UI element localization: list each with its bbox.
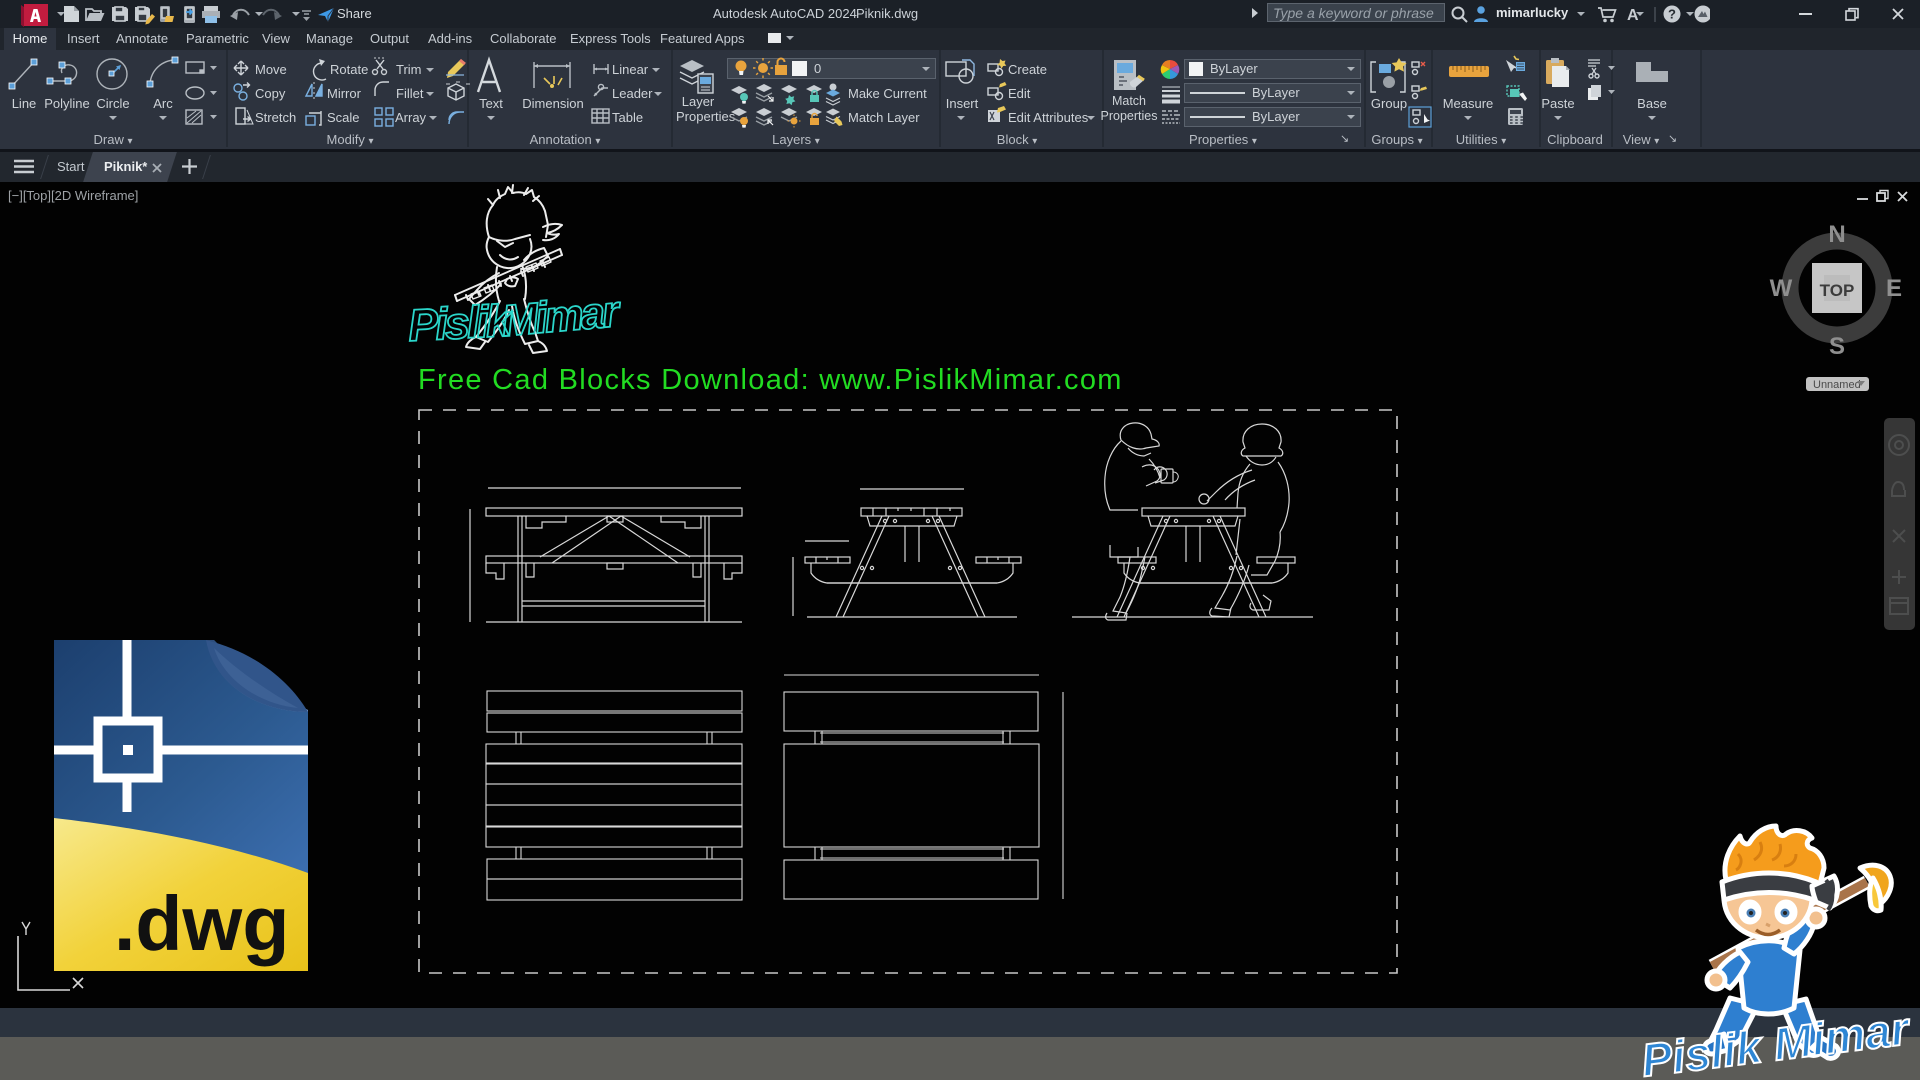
svg-text:.dwg: .dwg <box>114 881 289 967</box>
svg-text:Mimar: Mimar <box>500 287 624 346</box>
svg-text:W: W <box>1770 275 1793 302</box>
svg-text:[−][Top][2D Wireframe]: [−][Top][2D Wireframe] <box>8 188 138 203</box>
svg-text:E: E <box>1886 275 1902 302</box>
svg-text:N: N <box>1828 221 1845 248</box>
svg-text:Pislik: Pislik <box>407 295 514 351</box>
svg-text:S: S <box>1829 333 1845 360</box>
svg-text:TOP: TOP <box>1820 281 1855 300</box>
svg-text:Unnamed: Unnamed <box>1813 379 1861 391</box>
svg-text:Free Cad Blocks Download: www.: Free Cad Blocks Download: www.PislikMima… <box>418 364 1123 396</box>
